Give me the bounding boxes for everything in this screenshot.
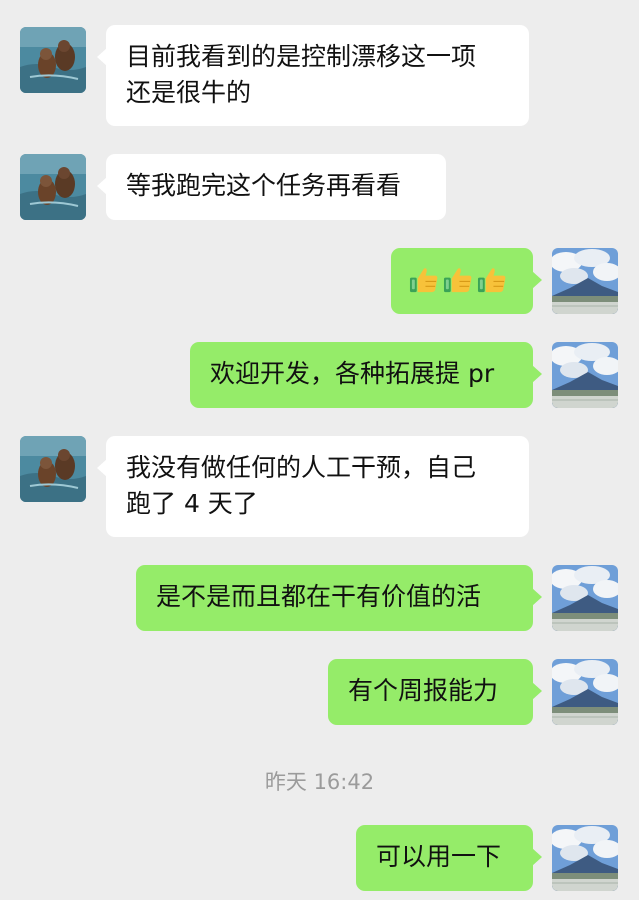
otter-photo-avatar-icon [20,436,86,502]
thumbs-up-emoji-icon [477,264,508,295]
message-text: 欢迎开发，各种拓展提 pr [210,359,495,388]
my-avatar[interactable] [552,659,618,725]
message-text: 还是很牛的 [126,78,252,107]
message-bubble-outgoing[interactable]: 可以用一下 [356,825,542,891]
message-bubble-outgoing[interactable]: 是不是而且都在干有价值的活 [136,565,542,631]
message-text: 目前我看到的是控制漂移这一项 [126,42,477,71]
message-text: 有个周报能力 [348,676,499,705]
message-bubble-incoming[interactable]: 等我跑完这个任务再看看 [97,154,446,220]
mountain-landscape-avatar-icon [552,659,618,725]
message-bubble-outgoing[interactable]: 欢迎开发，各种拓展提 pr [190,342,542,408]
my-avatar[interactable] [552,248,618,314]
thumbs-up-emoji-icon [443,264,474,295]
contact-avatar[interactable] [20,27,86,93]
message-bubble-incoming[interactable]: 我没有做任何的人工干预，自己 跑了 4 天了 [97,436,529,537]
message-text: 跑了 4 天了 [126,489,258,518]
mountain-landscape-avatar-icon [552,248,618,314]
thumbs-up-emoji-icon [409,264,440,295]
otter-photo-avatar-icon [20,154,86,220]
my-avatar[interactable] [552,565,618,631]
contact-avatar[interactable] [20,436,86,502]
message-bubble-outgoing[interactable] [391,248,542,314]
message-bubble-outgoing[interactable]: 有个周报能力 [328,659,542,725]
emoji-row [409,264,508,295]
message-bubble-incoming[interactable]: 目前我看到的是控制漂移这一项 还是很牛的 [97,25,529,126]
chat-window: 目前我看到的是控制漂移这一项 还是很牛的 等我跑完这个任务再看看 欢迎开发，各种… [0,0,639,900]
message-text: 等我跑完这个任务再看看 [126,171,402,200]
otter-photo-avatar-icon [20,27,86,93]
my-avatar[interactable] [552,342,618,408]
mountain-landscape-avatar-icon [552,342,618,408]
message-text: 是不是而且都在干有价值的活 [156,582,482,611]
mountain-landscape-avatar-icon [552,565,618,631]
message-text: 我没有做任何的人工干预，自己 [126,453,477,482]
timestamp: 昨天 16:42 [264,770,375,794]
contact-avatar[interactable] [20,154,86,220]
message-text: 可以用一下 [376,842,502,871]
mountain-landscape-avatar-icon [552,825,618,891]
my-avatar[interactable] [552,825,618,891]
